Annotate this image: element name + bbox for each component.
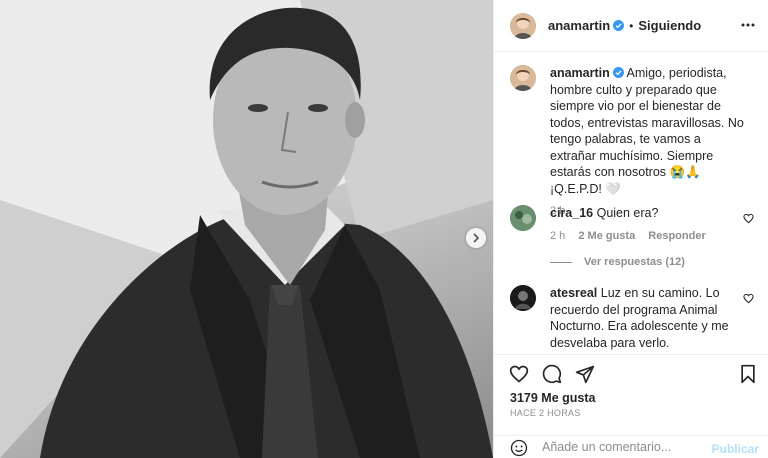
post-header: anamartin • Siguiendo	[494, 0, 768, 52]
post-timestamp: HACE 2 HORAS	[510, 408, 581, 418]
photo-portrait	[0, 0, 493, 458]
view-replies-label: Ver respuestas (12)	[584, 256, 685, 268]
more-icon[interactable]	[741, 18, 755, 32]
comments-list: anamartin Amigo, periodista, hombre cult…	[494, 53, 768, 353]
comment-composer: Publicar	[494, 435, 768, 458]
comment-text: Quien era?	[596, 206, 659, 220]
post-photo[interactable]	[0, 0, 493, 458]
emoji-icon[interactable]	[510, 439, 528, 457]
view-replies-button[interactable]: Ver respuestas (12)	[550, 256, 685, 268]
comment-input[interactable]	[542, 440, 702, 454]
comment-likes[interactable]: 2 Me gusta	[578, 230, 635, 242]
post-panel: anamartin • Siguiendo anamartin Amigo, p…	[493, 0, 768, 458]
verified-icon	[612, 67, 624, 78]
avatar[interactable]	[510, 285, 536, 311]
caption-username[interactable]: anamartin	[550, 66, 610, 80]
post-actions: 3179 Me gusta HACE 2 HORAS Publicar	[494, 354, 768, 458]
following-button[interactable]: Siguiendo	[638, 18, 701, 33]
verified-icon	[613, 20, 625, 31]
heart-icon[interactable]	[509, 364, 529, 384]
likes-count[interactable]: 3179 Me gusta	[510, 391, 595, 405]
publish-button[interactable]: Publicar	[712, 442, 759, 456]
reply-button[interactable]: Responder	[648, 230, 705, 242]
next-photo-button[interactable]	[466, 228, 486, 248]
comment-age: 2 h	[550, 229, 566, 242]
heart-icon[interactable]	[743, 293, 754, 304]
bookmark-icon[interactable]	[739, 364, 757, 384]
caption-text: Amigo, periodista, hombre culto y prepar…	[550, 66, 744, 196]
avatar[interactable]	[510, 12, 536, 39]
avatar[interactable]	[510, 65, 536, 91]
share-icon[interactable]	[575, 364, 595, 384]
comment-username[interactable]: atesreal	[550, 286, 597, 300]
comment-icon[interactable]	[542, 364, 562, 384]
chevron-right-icon	[473, 233, 480, 243]
heart-icon[interactable]	[743, 213, 754, 224]
replies-divider	[550, 261, 572, 263]
post-username[interactable]: anamartin	[548, 18, 610, 33]
avatar[interactable]	[510, 205, 536, 231]
separator-dot: •	[629, 18, 634, 33]
comment-username[interactable]: cira_16	[550, 206, 593, 220]
